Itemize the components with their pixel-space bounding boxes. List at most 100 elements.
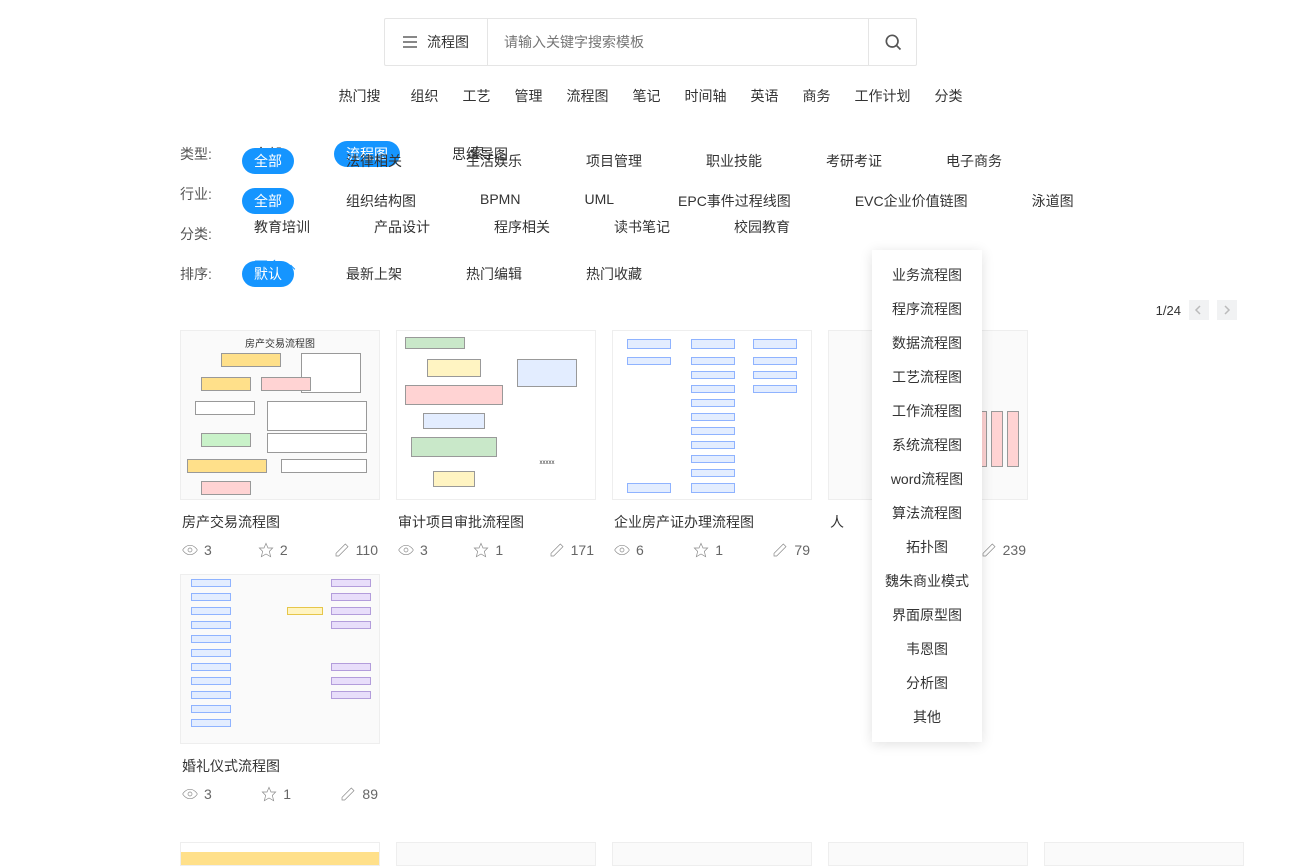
template-thumbnail: 房产交易流程图 bbox=[180, 330, 380, 500]
filter-sort-opt[interactable]: 热门收藏 bbox=[574, 261, 654, 287]
hot-tag[interactable]: 组织 bbox=[411, 86, 439, 106]
hot-tag[interactable]: 流程图 bbox=[567, 86, 609, 106]
stars-stat: 1 bbox=[473, 542, 503, 558]
filter-category-opt[interactable]: 全部 bbox=[242, 188, 294, 214]
edit-icon bbox=[772, 542, 788, 558]
filter-category-opt[interactable]: EVC企业价值链图 bbox=[843, 188, 980, 214]
pager-prev-button[interactable] bbox=[1189, 300, 1209, 320]
edits-stat: 171 bbox=[549, 542, 594, 558]
dropdown-item[interactable]: 数据流程图 bbox=[872, 326, 982, 360]
filter-label-type: 类型: bbox=[180, 144, 214, 164]
template-thumbnail bbox=[1044, 842, 1244, 866]
hot-tag[interactable]: 商务 bbox=[803, 86, 831, 106]
edit-icon bbox=[549, 542, 565, 558]
template-thumbnail bbox=[180, 842, 380, 866]
hot-search-tags: 组织 工艺 管理 流程图 笔记 时间轴 英语 商务 工作计划 分类 bbox=[411, 86, 963, 106]
search-input[interactable] bbox=[488, 19, 868, 65]
dropdown-item[interactable]: 系统流程图 bbox=[872, 428, 982, 462]
hot-tag[interactable]: 管理 bbox=[515, 86, 543, 106]
filter-label-sort: 排序: bbox=[180, 264, 214, 284]
dropdown-item[interactable]: 算法流程图 bbox=[872, 496, 982, 530]
category-dropdown: 业务流程图 程序流程图 数据流程图 工艺流程图 工作流程图 系统流程图 word… bbox=[872, 250, 982, 742]
filter-industry-opt[interactable]: 考研考证 bbox=[814, 148, 894, 174]
dropdown-item[interactable]: 拓扑图 bbox=[872, 530, 982, 564]
template-title: 企业房产证办理流程图 bbox=[612, 500, 812, 542]
views-stat: 6 bbox=[614, 542, 644, 558]
filter-industry-opt[interactable]: 电子商务 bbox=[934, 148, 1014, 174]
template-thumbnail bbox=[828, 842, 1028, 866]
dropdown-item[interactable]: 分析图 bbox=[872, 666, 982, 700]
template-card[interactable] bbox=[828, 842, 1028, 866]
filter-industry-opt[interactable]: 生活娱乐 bbox=[454, 148, 534, 174]
dropdown-item[interactable]: 程序流程图 bbox=[872, 292, 982, 326]
hot-tag[interactable]: 英语 bbox=[751, 86, 779, 106]
chevron-left-icon bbox=[1194, 305, 1204, 315]
filter-sort-opt[interactable]: 最新上架 bbox=[334, 261, 414, 287]
search-icon bbox=[883, 32, 903, 52]
eye-icon bbox=[614, 542, 630, 558]
filter-industry-opt[interactable]: 项目管理 bbox=[574, 148, 654, 174]
filter-industry-opt[interactable]: 全部 bbox=[242, 148, 294, 174]
hot-tag[interactable]: 工艺 bbox=[463, 86, 491, 106]
template-thumbnail bbox=[396, 842, 596, 866]
dropdown-item[interactable]: 工作流程图 bbox=[872, 394, 982, 428]
template-thumbnail bbox=[612, 842, 812, 866]
dropdown-item[interactable]: 韦恩图 bbox=[872, 632, 982, 666]
filter-label-industry: 行业: bbox=[180, 184, 214, 204]
views-stat: 3 bbox=[182, 542, 212, 558]
dropdown-item[interactable]: 业务流程图 bbox=[872, 258, 982, 292]
dropdown-item[interactable]: 工艺流程图 bbox=[872, 360, 982, 394]
filter-category-opt[interactable]: 泳道图 bbox=[1020, 188, 1086, 214]
template-card[interactable]: 婚礼仪式流程图 3 1 89 bbox=[180, 574, 380, 802]
filter-category-opt[interactable]: BPMN bbox=[468, 188, 532, 214]
filter-category-opt[interactable]: UML bbox=[572, 188, 626, 214]
hot-tag[interactable]: 分类 bbox=[935, 86, 963, 106]
dropdown-item[interactable]: 其他 bbox=[872, 700, 982, 734]
template-thumbnail bbox=[612, 330, 812, 500]
dropdown-item[interactable]: word流程图 bbox=[872, 462, 982, 496]
template-title: 审计项目审批流程图 bbox=[396, 500, 596, 542]
pager-next-button[interactable] bbox=[1217, 300, 1237, 320]
stars-stat: 2 bbox=[258, 542, 288, 558]
star-icon bbox=[473, 542, 489, 558]
hot-tag[interactable]: 时间轴 bbox=[685, 86, 727, 106]
template-card[interactable]: 企业房产证办理流程图 6 1 79 bbox=[612, 330, 812, 558]
template-grid: 房产交易流程图 房产交易流程图 3 2 110 bbox=[0, 330, 1301, 842]
edit-icon bbox=[981, 542, 997, 558]
eye-icon bbox=[182, 786, 198, 802]
edit-icon bbox=[334, 542, 350, 558]
eye-icon bbox=[398, 542, 414, 558]
template-card[interactable] bbox=[396, 842, 596, 866]
template-card[interactable] bbox=[1044, 842, 1244, 866]
template-card[interactable] bbox=[612, 842, 812, 866]
page-indicator: 1/24 bbox=[1156, 303, 1181, 318]
template-thumbnail bbox=[180, 574, 380, 744]
template-title: 房产交易流程图 bbox=[180, 500, 380, 542]
filter-industry-opt[interactable]: 职业技能 bbox=[694, 148, 774, 174]
filter-industry-opt[interactable]: 法律相关 bbox=[334, 148, 414, 174]
template-card[interactable] bbox=[180, 842, 380, 866]
search-button[interactable] bbox=[868, 19, 916, 65]
hot-tag[interactable]: 工作计划 bbox=[855, 86, 911, 106]
dropdown-item[interactable]: 界面原型图 bbox=[872, 598, 982, 632]
filter-category-opt[interactable]: 组织结构图 bbox=[334, 188, 428, 214]
menu-icon bbox=[403, 36, 417, 48]
dropdown-item[interactable]: 魏朱商业模式 bbox=[872, 564, 982, 598]
template-card[interactable]: 房产交易流程图 房产交易流程图 3 2 110 bbox=[180, 330, 380, 558]
template-title: 婚礼仪式流程图 bbox=[180, 744, 380, 786]
filter-sort-opt[interactable]: 热门编辑 bbox=[454, 261, 534, 287]
template-card[interactable]: xxxxx 审计项目审批流程图 3 1 171 bbox=[396, 330, 596, 558]
star-icon bbox=[261, 786, 277, 802]
stars-stat: 1 bbox=[261, 786, 291, 802]
views-stat: 3 bbox=[182, 786, 212, 802]
search-category-selector[interactable]: 流程图 bbox=[385, 19, 488, 65]
filter-sort-opt[interactable]: 默认 bbox=[242, 261, 294, 287]
filter-category-opt[interactable]: EPC事件过程线图 bbox=[666, 188, 803, 214]
hot-tag[interactable]: 笔记 bbox=[633, 86, 661, 106]
filter-label-category: 分类: bbox=[180, 224, 214, 244]
eye-icon bbox=[182, 542, 198, 558]
star-icon bbox=[693, 542, 709, 558]
hot-search-label: 热门搜 bbox=[339, 86, 381, 106]
edits-stat: 89 bbox=[340, 786, 378, 802]
edits-stat: 110 bbox=[334, 542, 378, 558]
